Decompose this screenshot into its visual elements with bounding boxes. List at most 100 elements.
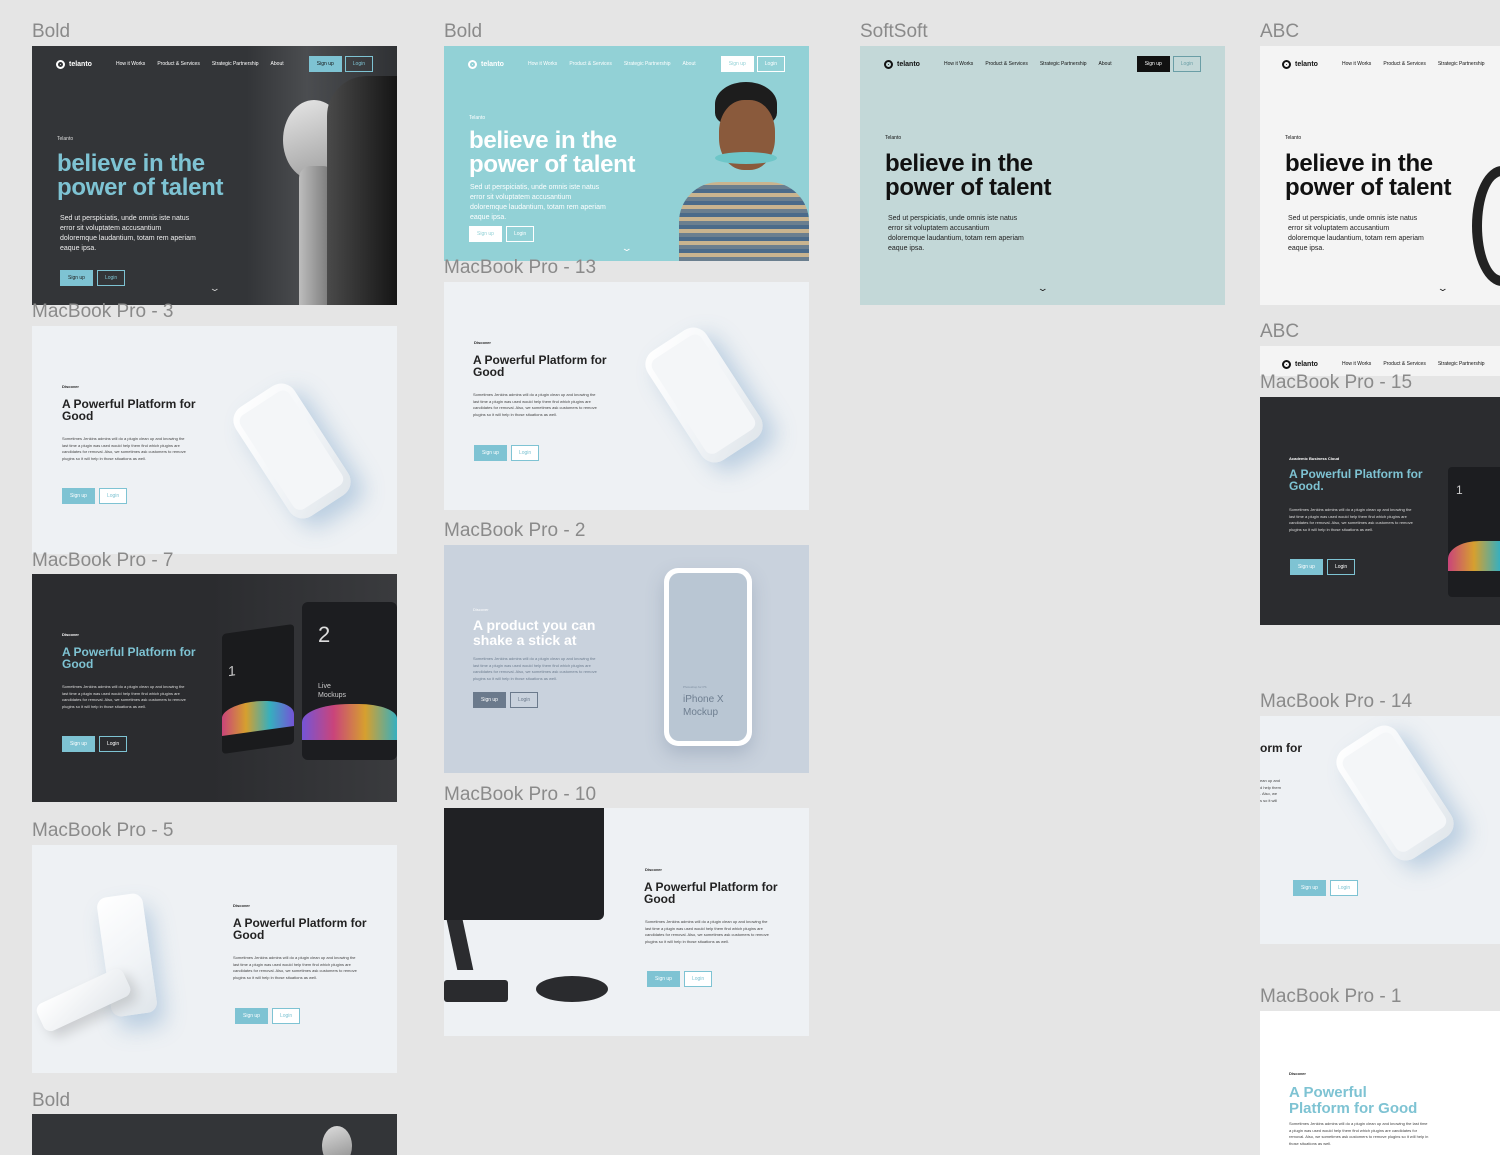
signup-button[interactable]: Sign up [473,692,506,708]
frame-mbp15-platform-dark[interactable]: 1 Academic Business Cloud A Powerful Pla… [1260,397,1500,625]
login-button[interactable]: Login [509,692,539,708]
frame-label-mbp14[interactable]: MacBook Pro - 14 [1260,692,1412,711]
hero-signup-button[interactable]: Sign up [60,270,93,286]
phone-title: iPhone X Mockup [683,694,724,718]
imac-screen-image [444,808,604,920]
section-body: Sometimes Jenkins admins will do a plugi… [473,392,597,417]
frame-mbp5-platform[interactable]: Discover A Powerful Platform for Good So… [32,845,397,1073]
frame-bold-dark-hero[interactable]: telanto How it Works Product & Services … [32,46,397,305]
signup-button[interactable]: Sign up [1136,56,1170,72]
signup-button[interactable]: Sign up [62,736,95,752]
frame-label-mbp7[interactable]: MacBook Pro - 7 [32,551,174,570]
nav-how-it-works[interactable]: How it Works [1342,361,1371,367]
nav-how-it-works[interactable]: How it Works [116,61,145,67]
brand-logo[interactable]: telanto [468,59,504,69]
signup-button[interactable]: Sign up [1293,880,1326,896]
hero-login-button[interactable]: Login [505,226,535,242]
frame-label-bold[interactable]: Bold [32,22,70,41]
frame-label-abc[interactable]: ABC [1260,22,1299,41]
frame-label-abc-2[interactable]: ABC [1260,322,1299,341]
login-button[interactable]: Login [1172,56,1201,72]
login-button[interactable]: Login [510,445,540,461]
brand-logo[interactable]: telanto [1282,359,1318,369]
iphone-x-mockup-image: Photoshop for PS iPhone X Mockup [664,568,752,746]
nav-product-services[interactable]: Product & Services [1383,61,1426,67]
frame-bold-teal-hero[interactable]: telanto How it Works Product & Services … [444,46,809,261]
brand-logo[interactable]: telanto [1282,59,1318,69]
frame-label-bold-3[interactable]: Bold [32,1091,70,1110]
frame-label-mbp15[interactable]: MacBook Pro - 15 [1260,373,1412,392]
nav-strategic-partnership[interactable]: Strategic Partnership [1438,361,1485,367]
nav-product-services[interactable]: Product & Services [157,61,200,67]
section-body: Sometimes Jenkins admins will do a plugi… [1289,507,1413,532]
frame-label-mbp13[interactable]: MacBook Pro - 13 [444,258,596,277]
frame-label-mbp2[interactable]: MacBook Pro - 2 [444,521,586,540]
nav-how-it-works[interactable]: How it Works [944,61,973,67]
nav-product-services[interactable]: Product & Services [1383,361,1426,367]
hero-signup-button[interactable]: Sign up [469,226,502,242]
login-button[interactable]: Login [271,1008,301,1024]
signup-button[interactable]: Sign up [235,1008,268,1024]
frame-mbp10-platform[interactable]: Discover A Powerful Platform for Good So… [444,808,809,1036]
nav-strategic-partnership[interactable]: Strategic Partnership [1040,61,1087,67]
frame-bold-dark-hero-partial[interactable] [32,1114,397,1155]
chevron-down-icon[interactable]: ⌄ [1037,284,1049,293]
frame-label-mbp3[interactable]: MacBook Pro - 3 [32,302,174,321]
phone-caption: Photoshop for PS [683,685,707,689]
frame-label-mbp1[interactable]: MacBook Pro - 1 [1260,987,1402,1006]
top-nav: telanto How it Works Product & Services … [32,46,397,82]
frame-mbp1-platform[interactable]: Discover A Powerful Platform for Good So… [1260,1011,1500,1155]
nav-strategic-partnership[interactable]: Strategic Partnership [1438,61,1485,67]
nav-how-it-works[interactable]: How it Works [1342,61,1371,67]
live-mockups-text: Live Mockups [318,683,347,699]
frame-mbp14-platform[interactable]: orm for ean up and d help them . Also, w… [1260,716,1500,944]
login-button[interactable]: Login [98,736,128,752]
section-eyebrow: Academic Business Cloud [1289,456,1340,461]
nav-how-it-works[interactable]: How it Works [528,61,557,67]
login-button[interactable]: Login [756,56,785,72]
frame-softsoft-hero[interactable]: telanto How it Works Product & Services … [860,46,1225,305]
section-body: Sometimes Jenkins admins will do a plugi… [62,684,186,709]
frame-abc-hero[interactable]: telanto How it Works Product & Services … [1260,46,1500,305]
phone-mockup-image [227,377,357,525]
signup-button[interactable]: Sign up [1290,559,1323,575]
frame-mbp3-platform[interactable]: Discover A Powerful Platform for Good So… [32,326,397,554]
section-body: ean up and d help them . Also, we s so i… [1260,778,1281,803]
login-button[interactable]: Login [1326,559,1356,575]
frame-mbp7-platform-dark[interactable]: 1 2 Live Mockups Discover A Powerful Pla… [32,574,397,802]
signup-button[interactable]: Sign up [474,445,507,461]
chevron-down-icon[interactable]: ⌄ [621,244,633,253]
nav-product-services[interactable]: Product & Services [569,61,612,67]
nav-strategic-partnership[interactable]: Strategic Partnership [624,61,671,67]
frame-label-softsoft[interactable]: SoftSoft [860,22,928,41]
signup-button[interactable]: Sign up [62,488,95,504]
chevron-down-icon[interactable]: ⌄ [1437,284,1449,293]
phone-flat-image [34,966,133,1034]
nav-about[interactable]: About [683,61,696,67]
chevron-down-icon[interactable]: ⌄ [209,284,221,293]
login-button[interactable]: Login [1329,880,1359,896]
signup-button[interactable]: Sign up [720,56,754,72]
login-button[interactable]: Login [98,488,128,504]
brand-name: telanto [481,60,504,68]
frame-label-mbp10[interactable]: MacBook Pro - 10 [444,785,596,804]
brand-name: telanto [1295,60,1318,68]
frame-label-mbp5[interactable]: MacBook Pro - 5 [32,821,174,840]
login-button[interactable]: Login [683,971,713,987]
brand-logo[interactable]: telanto [56,59,92,69]
hero-login-button[interactable]: Login [96,270,126,286]
frame-mbp2-product[interactable]: Photoshop for PS iPhone X Mockup Discove… [444,545,809,773]
section-title: A product you can shake a stick at [473,617,596,648]
signup-button[interactable]: Sign up [647,971,680,987]
top-nav: telanto How it Works Product & Services … [860,46,1225,82]
nav-about[interactable]: About [271,61,284,67]
nav-strategic-partnership[interactable]: Strategic Partnership [212,61,259,67]
brand-logo[interactable]: telanto [884,59,920,69]
hero-eyebrow: Telanto [469,115,486,121]
frame-label-bold-2[interactable]: Bold [444,22,482,41]
nav-about[interactable]: About [1099,61,1112,67]
signup-button[interactable]: Sign up [308,56,342,72]
login-button[interactable]: Login [344,56,373,72]
frame-mbp13-platform[interactable]: Discover A Powerful Platform for Good So… [444,282,809,510]
nav-product-services[interactable]: Product & Services [985,61,1028,67]
